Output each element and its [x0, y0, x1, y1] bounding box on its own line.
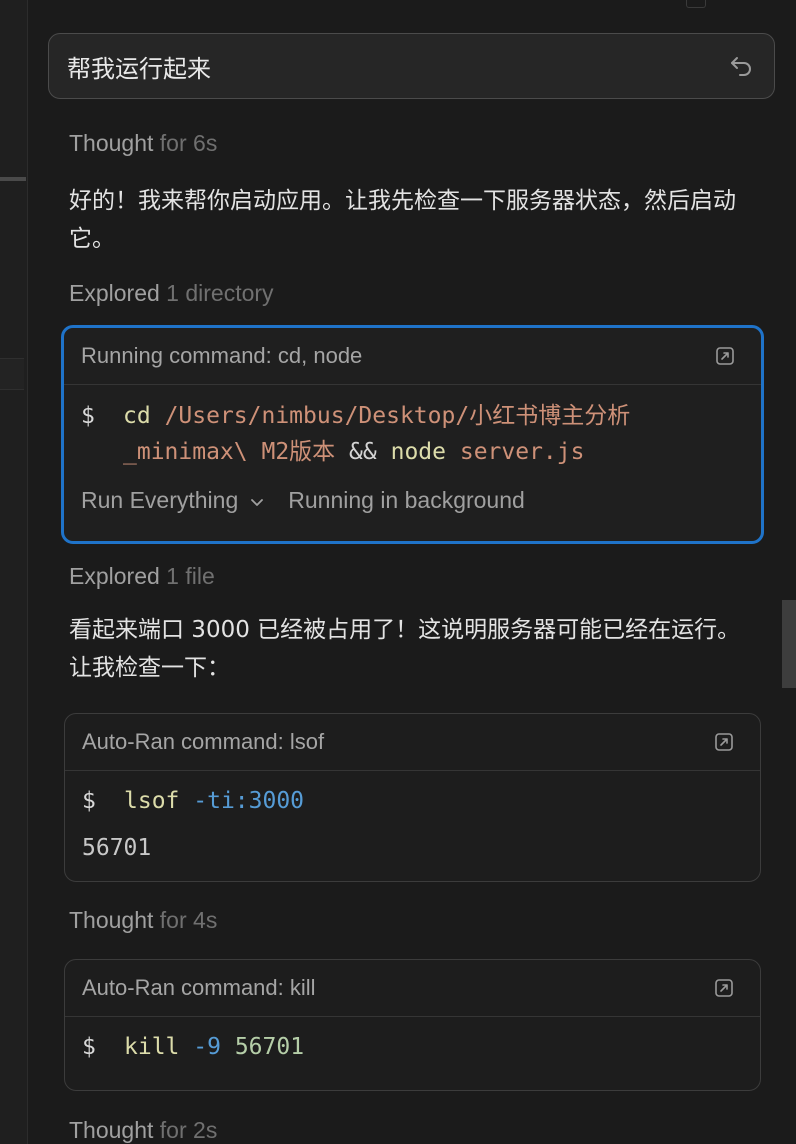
explored-status[interactable]: Explored 1 file — [69, 563, 215, 590]
command-title: Running command: cd, node — [81, 343, 363, 368]
command-code: $ cd /Users/nimbus/Desktop/小红书博主分析 _mini… — [64, 385, 761, 470]
assistant-reply: 好的！我来帮你启动应用。让我先检查一下服务器状态，然后启动它。 — [69, 188, 736, 252]
run-mode-label: Run Everything — [81, 486, 239, 513]
panel-row-highlight — [0, 358, 24, 390]
command-code: $ lsof -ti:3000 56701 — [65, 771, 760, 866]
prompt-symbol: $ — [81, 403, 95, 429]
thought-duration: for 4s — [159, 907, 218, 933]
command-output: 56701 — [82, 835, 152, 861]
open-in-terminal-icon[interactable] — [715, 346, 735, 366]
thought-status[interactable]: Thought for 6s — [69, 130, 217, 157]
scrollbar-thumb[interactable] — [782, 600, 796, 688]
user-message-text: 帮我运行起来 — [67, 54, 211, 83]
explored-status[interactable]: Explored 1 directory — [69, 280, 274, 307]
token-path-continued: _minimax\ M2版本 — [123, 439, 336, 465]
command-status: Running in background — [288, 486, 525, 513]
command-header: Auto-Ran command: kill — [65, 960, 760, 1017]
editor-side-panel-edge — [0, 0, 28, 1144]
copy-icon-partial[interactable] — [686, 0, 706, 8]
panel-divider — [0, 177, 26, 181]
token-command: node — [390, 439, 446, 465]
command-header: Running command: cd, node — [64, 328, 761, 385]
thought-duration: for 6s — [159, 130, 218, 156]
assistant-reply: 看起来端口 3000 已经被占用了！这说明服务器可能已经在运行。让我检查一下： — [69, 617, 741, 681]
explored-label: Explored — [69, 280, 160, 306]
token-flag: -9 — [193, 1034, 221, 1060]
token-file: server.js — [459, 439, 585, 465]
token-command: lsof — [124, 788, 180, 814]
thought-label: Thought — [69, 907, 154, 933]
prompt-symbol: $ — [82, 1034, 96, 1060]
token-command: kill — [124, 1034, 180, 1060]
token-command: cd — [123, 403, 151, 429]
command-footer: Run Everything Running in background — [64, 480, 761, 520]
prompt-symbol: $ — [82, 788, 96, 814]
thought-status[interactable]: Thought for 4s — [69, 907, 217, 934]
run-mode-dropdown[interactable]: Run Everything — [81, 487, 238, 514]
token-operator: && — [349, 439, 377, 465]
running-command-card[interactable]: Running command: cd, node $ cd /Users/ni… — [61, 325, 764, 544]
auto-ran-command-card[interactable]: Auto-Ran command: kill $ kill -9 56701 — [64, 959, 761, 1091]
chevron-down-icon[interactable] — [250, 487, 264, 514]
undo-arrow-icon[interactable] — [728, 53, 754, 79]
command-title: Auto-Ran command: kill — [82, 975, 316, 1000]
thought-label: Thought — [69, 1117, 154, 1143]
command-code: $ kill -9 56701 — [65, 1017, 760, 1065]
command-header: Auto-Ran command: lsof — [65, 714, 760, 771]
command-title: Auto-Ran command: lsof — [82, 729, 325, 754]
explored-detail: 1 file — [166, 563, 215, 589]
explored-detail: 1 directory — [166, 280, 274, 306]
open-in-terminal-icon[interactable] — [714, 732, 734, 752]
thought-label: Thought — [69, 130, 154, 156]
explored-label: Explored — [69, 563, 160, 589]
token-flag: -ti:3000 — [193, 788, 305, 814]
token-number: 56701 — [234, 1034, 305, 1060]
user-message-bubble[interactable]: 帮我运行起来 — [48, 33, 775, 99]
auto-ran-command-card[interactable]: Auto-Ran command: lsof $ lsof -ti:3000 5… — [64, 713, 761, 882]
thought-status[interactable]: Thought for 2s — [69, 1117, 217, 1144]
token-path: /Users/nimbus/Desktop/小红书博主分析 — [164, 403, 631, 429]
open-in-terminal-icon[interactable] — [714, 978, 734, 998]
thought-duration: for 2s — [159, 1117, 218, 1143]
